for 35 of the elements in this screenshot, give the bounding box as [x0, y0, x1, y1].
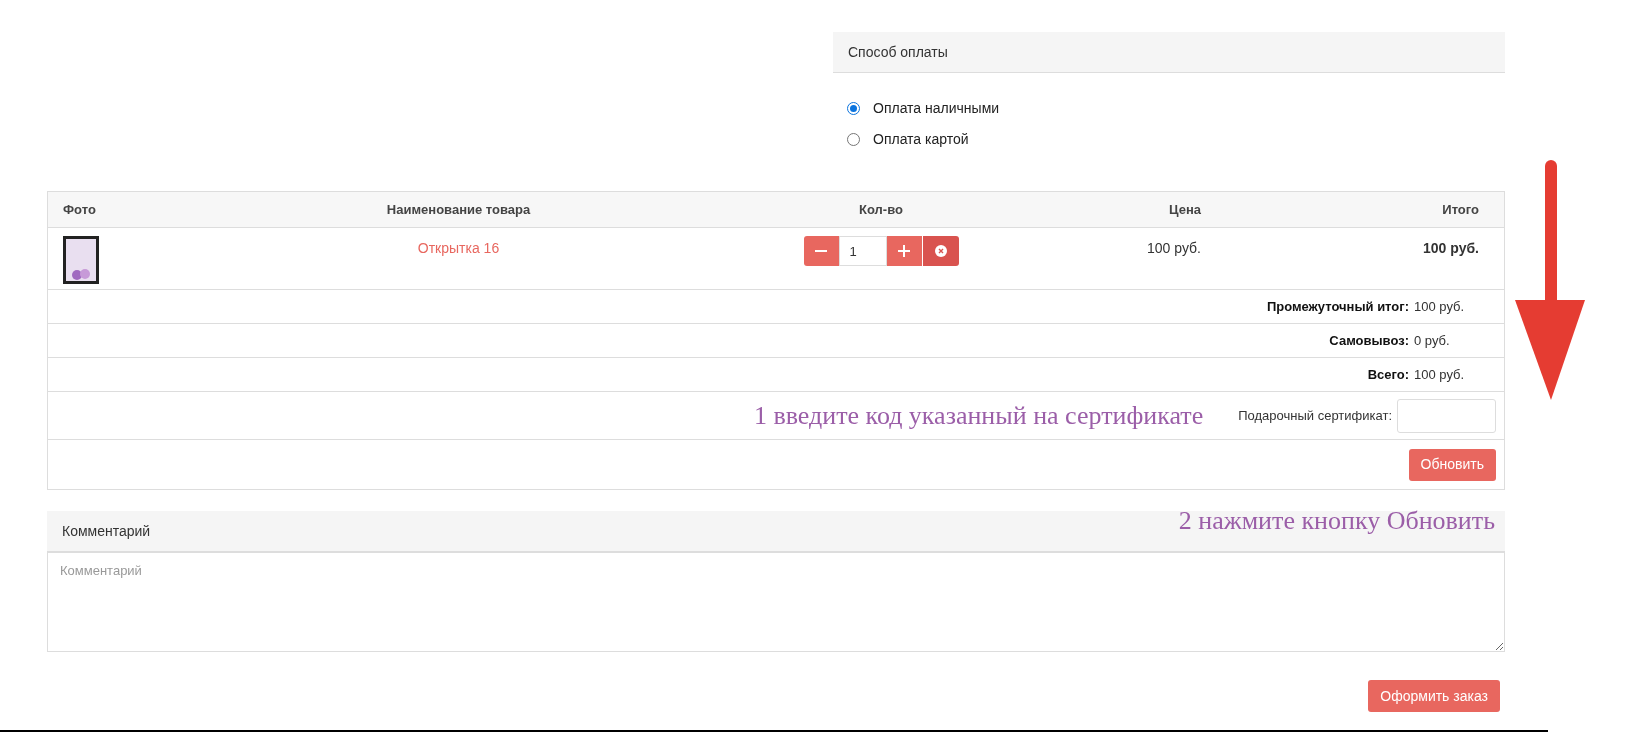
plus-icon [898, 245, 910, 257]
remove-button[interactable] [922, 236, 959, 266]
column-header: Фото [63, 201, 96, 217]
flower-drawing [71, 267, 91, 281]
decrease-button[interactable] [803, 236, 839, 266]
total-text: 100 руб. [1423, 240, 1479, 256]
panel-title: Способ оплаты [848, 42, 948, 62]
summary-label: Промежуточный итог: [1266, 297, 1409, 316]
increase-button[interactable] [886, 236, 922, 266]
column-header: Цена [1169, 201, 1201, 217]
column-header: Наименование товара [386, 201, 531, 217]
radio-label: Оплата картой [873, 130, 969, 149]
product-link[interactable]: Открытка 16 [417, 240, 500, 256]
annotation-text: 2 нажмите кнопку Обновить [1178, 504, 1495, 537]
comment-field[interactable]: Комментарий [47, 552, 1505, 652]
minus-icon [815, 250, 827, 252]
summary-label: Всего: [1367, 365, 1409, 384]
update-button[interactable]: Обновить [1408, 448, 1496, 481]
summary-value: 100 руб. [1414, 365, 1466, 384]
summary-label: Самовывоз: [1329, 331, 1409, 350]
certificate-field[interactable] [1397, 398, 1496, 433]
summary-value: 0 руб. [1414, 331, 1451, 350]
column-header: Итого [1442, 201, 1479, 217]
submit-order-button[interactable]: Оформить заказ [1368, 680, 1500, 712]
quantity-field[interactable]: 1 [838, 236, 887, 266]
panel-title: Комментарий [62, 521, 151, 541]
radio-label: Оплата наличными [873, 99, 1000, 118]
column-header: Кол-во [859, 201, 903, 217]
radio-button[interactable] [847, 133, 860, 146]
field-label: Подарочный сертификат: [1238, 406, 1392, 425]
summary-value: 100 руб. [1414, 297, 1466, 316]
annotation-text: 1 введите код указанный на сертификате [753, 400, 1204, 432]
price-text: 100 руб. [1147, 240, 1201, 256]
radio-button[interactable] [847, 102, 860, 115]
close-icon [934, 245, 947, 257]
